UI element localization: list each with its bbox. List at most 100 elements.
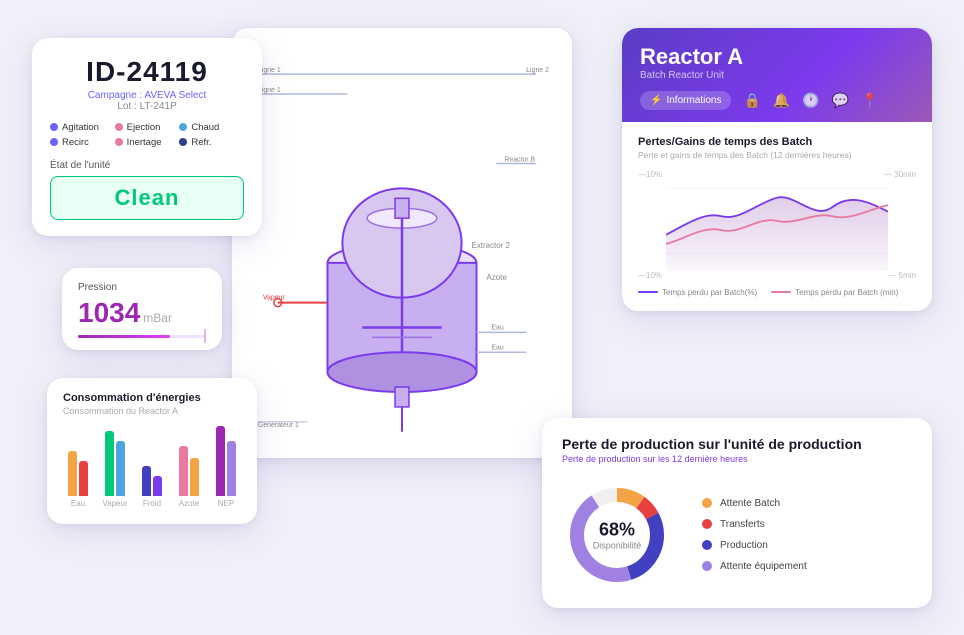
- clean-badge: Clean: [50, 176, 244, 220]
- tag-dot-refr: [179, 138, 187, 146]
- tag-dot-chaud: [179, 123, 187, 131]
- legend-item-pct: Temps perdu par Batch(%): [638, 288, 757, 297]
- etat-label: État de l'unité: [50, 160, 244, 171]
- reactor-body: Pertes/Gains de temps des Batch Perte et…: [622, 122, 932, 311]
- bar-group-azote: Azote: [174, 446, 204, 508]
- legend-row-transferts: Transferts: [702, 519, 807, 530]
- reactor-diagram-svg: Vapeur Eau Eau Extractor 2 Azote Ligne 1…: [248, 44, 556, 442]
- legend-dot-blue-dark: [702, 540, 712, 550]
- conso-card: Consommation d'énergies Consommation du …: [47, 378, 257, 524]
- legend-row-attente-batch: Attente Batch: [702, 498, 807, 509]
- perte-subtitle: Perte de production sur les 12 dernière …: [562, 454, 912, 464]
- tag-label-refr: Refr.: [191, 137, 211, 148]
- legend-row-attente-equipement: Attente équipement: [702, 561, 807, 572]
- donut-chart: 68% Disponibilité: [562, 480, 672, 590]
- tag-ejection: Ejection: [115, 122, 180, 133]
- legend-line-pink: [771, 291, 791, 293]
- tag-agitation: Agitation: [50, 122, 115, 133]
- pression-number: 1034: [78, 297, 140, 329]
- bar-group-froid: Froid: [137, 466, 167, 508]
- bar-group-eau: Eau: [63, 451, 93, 508]
- legend-text-production: Production: [720, 540, 768, 551]
- perte-content: 68% Disponibilité Attente Batch Transfer…: [562, 480, 912, 590]
- bar-label-froid: Froid: [143, 499, 161, 508]
- tags-grid: Agitation Ejection Chaud Recirc Inertage…: [50, 122, 244, 148]
- pression-card: Pression 1034 mBar: [62, 268, 222, 350]
- bars-froid: [142, 466, 162, 496]
- bar-vapeur-2: [116, 441, 125, 496]
- svg-text:Azote: Azote: [486, 272, 507, 281]
- pression-bar-fill: [78, 335, 170, 338]
- bars-vapeur: [105, 431, 125, 496]
- bar-nep-1: [216, 426, 225, 496]
- bar-azote-1: [179, 446, 188, 496]
- bar-label-eau: Eau: [71, 499, 85, 508]
- bar-nep-2: [227, 441, 236, 496]
- bar-group-nep: NEP: [211, 426, 241, 508]
- pression-label: Pression: [78, 282, 206, 293]
- reactor-info-button[interactable]: ⚡ Informations: [640, 91, 731, 110]
- chart-legend: Temps perdu par Batch(%) Temps perdu par…: [638, 288, 916, 297]
- bell-icon: 🔔: [773, 92, 790, 109]
- bar-label-nep: NEP: [218, 499, 234, 508]
- chat-icon: 💬: [832, 92, 849, 109]
- tag-inertage: Inertage: [115, 137, 180, 148]
- batch-chart-title: Pertes/Gains de temps des Batch: [638, 136, 916, 148]
- bars-azote: [179, 446, 199, 496]
- legend-label-pct: Temps perdu par Batch(%): [662, 288, 757, 297]
- bar-eau-2: [79, 461, 88, 496]
- legend-item-min: Temps perdu par Batch (min): [771, 288, 898, 297]
- chart-y-left: —10% —10%: [638, 170, 662, 280]
- diagram-card: Vapeur Eau Eau Extractor 2 Azote Ligne 1…: [232, 28, 572, 458]
- chart-y-right: — 30min — 5min: [884, 170, 916, 280]
- pression-unit: mBar: [143, 311, 172, 325]
- id-campaign: Campagne : AVEVA Select: [50, 90, 244, 101]
- legend-row-production: Production: [702, 540, 807, 551]
- bar-vapeur-1: [105, 431, 114, 496]
- bar-chart: Eau Vapeur Froid: [63, 428, 241, 508]
- line-chart-container: —10% —10% — 30min — 5min: [638, 170, 916, 280]
- pression-bar-tick: [204, 329, 206, 343]
- tag-dot-inertage: [115, 138, 123, 146]
- svg-text:Eau: Eau: [491, 344, 503, 351]
- legend-dot-yellow: [702, 498, 712, 508]
- svg-text:Vapeur: Vapeur: [263, 294, 286, 301]
- legend-text-attente-equipement: Attente équipement: [720, 561, 807, 572]
- y-right-top: — 30min: [884, 170, 916, 179]
- legend-label-min: Temps perdu par Batch (min): [795, 288, 898, 297]
- y-left-top: —10%: [638, 170, 662, 179]
- y-left-bottom: —10%: [638, 271, 662, 280]
- tag-label-recirc: Recirc: [62, 137, 89, 148]
- svg-text:Eau: Eau: [491, 324, 503, 331]
- lock-icon: 🔒: [743, 92, 760, 109]
- info-btn-label: Informations: [666, 95, 721, 106]
- pression-value: 1034 mBar: [78, 297, 206, 329]
- legend-line-purple: [638, 291, 658, 293]
- donut-center: 68% Disponibilité: [593, 519, 642, 550]
- line-chart-svg: [666, 170, 888, 272]
- lightning-icon: ⚡: [650, 95, 662, 106]
- bars-nep: [216, 426, 236, 496]
- y-right-bottom: — 5min: [884, 271, 916, 280]
- perte-title: Perte de production sur l'unité de produ…: [562, 436, 912, 452]
- conso-subtitle: Consommation du Reactor A: [63, 406, 241, 416]
- bar-label-vapeur: Vapeur: [102, 499, 127, 508]
- svg-text:Reactor B: Reactor B: [504, 156, 535, 163]
- donut-pct: 68%: [593, 519, 642, 540]
- tag-refr: Refr.: [179, 137, 244, 148]
- reactor-title: Reactor A: [640, 44, 914, 70]
- batch-chart-sub: Perte et gains de temps des Batch (12 de…: [638, 150, 916, 160]
- location-icon: 📍: [861, 92, 878, 109]
- tag-chaud: Chaud: [179, 122, 244, 133]
- bar-azote-2: [190, 458, 199, 496]
- svg-text:Extractor 2: Extractor 2: [472, 240, 511, 249]
- donut-label: Disponibilité: [593, 540, 642, 550]
- conso-title: Consommation d'énergies: [63, 392, 241, 404]
- reactor-a-card: Reactor A Batch Reactor Unit ⚡ Informati…: [622, 28, 932, 311]
- tag-label-chaud: Chaud: [191, 122, 219, 133]
- legend-dot-lavender: [702, 561, 712, 571]
- bar-froid-1: [142, 466, 151, 496]
- perte-card: Perte de production sur l'unité de produ…: [542, 418, 932, 608]
- tag-label-agitation: Agitation: [62, 122, 99, 133]
- bars-eau: [68, 451, 88, 496]
